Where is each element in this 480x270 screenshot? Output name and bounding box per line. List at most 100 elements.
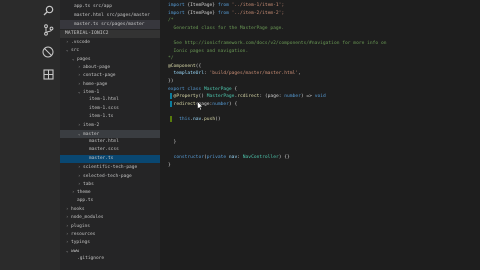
code-token: Generated class for the MasterPage page. (168, 25, 285, 31)
tree-item[interactable]: › resources (60, 230, 160, 238)
code-line[interactable]: Generated class for the MasterPage page. (168, 25, 285, 33)
code-token: number (284, 94, 301, 100)
tree-item[interactable]: ⌄ pages (60, 55, 160, 63)
code-token: {ItemPage} (187, 3, 218, 8)
extensions-icon[interactable] (40, 66, 56, 82)
tree-item[interactable]: item-1.ts (60, 113, 160, 121)
code-token: ({ (195, 63, 202, 69)
tree-item[interactable]: ⌄ master (60, 129, 160, 139)
code-token: number (212, 101, 229, 107)
tree-item-label: contact-page (83, 73, 116, 79)
change-indicator (170, 116, 172, 122)
tree-item-label: src (71, 48, 80, 54)
code-token: NavController (242, 155, 279, 160)
debug-icon[interactable] (40, 44, 56, 60)
code-line[interactable]: Ionic pages and navigation. (168, 48, 249, 56)
code-token: {ItemPage} (187, 10, 218, 16)
open-editors: app.ts src/app master.html src/pages/mas… (60, 0, 160, 29)
search-icon[interactable] (40, 2, 56, 18)
code-token: See http://ionicframework.com/docs/v2/co… (168, 41, 387, 46)
open-file-item[interactable]: app.ts src/app (60, 2, 160, 11)
tree-item[interactable]: › selected-tech-page (60, 172, 160, 180)
tree-item[interactable]: › about-page (60, 63, 160, 71)
tree-item-label: pages (77, 56, 91, 62)
code-line[interactable]: templateUrl: 'build/pages/master/master.… (168, 70, 301, 78)
tree-item[interactable]: .gitignore (60, 255, 160, 263)
code-token: ) { (228, 101, 238, 107)
tree-item[interactable]: item-1.scss (60, 105, 160, 113)
tree-item[interactable]: › tabs (60, 180, 160, 188)
code-token: }) (168, 79, 174, 84)
code-token: import (168, 3, 188, 8)
code-token: @Component (168, 63, 196, 69)
tree-item-label: hooks (71, 206, 85, 212)
tree-item[interactable]: ⌄ item-1 (60, 88, 160, 96)
change-indicator (170, 93, 172, 100)
open-file-item[interactable]: master.ts src/pages/master (60, 20, 160, 29)
code-editor[interactable]: import {ItemPage} from '../item-1/item-1… (160, 0, 480, 270)
tree-item[interactable]: › scientific-tech-page (60, 163, 160, 171)
code-line[interactable]: import {ItemPage} from '../item-2/item-2… (168, 10, 284, 18)
tree-item-label: theme (77, 190, 91, 196)
tree-item[interactable]: ⌄ src (60, 46, 160, 54)
tree-item[interactable]: › .vscode (60, 38, 160, 46)
open-file-item[interactable]: master.html src/pages/master (60, 11, 160, 20)
code-token: constructor (173, 155, 204, 160)
tree-item[interactable]: › contact-page (60, 71, 160, 79)
tree-item[interactable]: › node_modules (60, 213, 160, 221)
code-token: /* (168, 18, 174, 24)
code-token: } (168, 139, 177, 145)
code-token: MasterPage (203, 86, 235, 92)
tree-item-label: master.ts (89, 155, 114, 161)
code-token: : (page: (259, 94, 285, 100)
tree-item-label: plugins (71, 223, 90, 229)
tree-item-label: typings (71, 240, 90, 246)
tree-item-label: node_modules (71, 215, 104, 221)
tree-item-label: item-1.scss (89, 105, 119, 111)
tree-item-label: item-1 (83, 90, 100, 96)
code-token: export class (168, 86, 204, 92)
code-token: redirect (173, 101, 196, 107)
tree-item[interactable]: app.ts (60, 197, 160, 205)
code-token: rcdirect (237, 94, 260, 100)
tree-item[interactable]: › hooks (60, 205, 160, 213)
tree-item[interactable]: › typings (60, 238, 160, 246)
tree-item[interactable]: › item-2 (60, 121, 160, 129)
tree-item[interactable]: master.ts (60, 154, 160, 164)
tree-item[interactable]: › theme (60, 188, 160, 196)
mouse-cursor-icon (197, 96, 204, 115)
code-token: this (179, 117, 191, 122)
project-section-header[interactable]: MATERIAL-IONIC2 (60, 30, 160, 38)
tree-item-label: master.html (89, 139, 119, 145)
tree-item[interactable]: master.scss (60, 146, 160, 154)
tree-item-label: master.scss (89, 147, 119, 153)
git-icon[interactable] (40, 22, 56, 38)
code-token: ) => (300, 94, 315, 100)
code-token: MasterPage (206, 94, 235, 100)
code-line[interactable]: constructor(private nav: NavController) … (168, 154, 290, 162)
code-token: } (168, 162, 171, 168)
tree-item-label: scientific-tech-page (83, 165, 138, 171)
code-line[interactable]: } (168, 139, 177, 147)
tree-item-label: tabs (83, 181, 94, 187)
code-token: import (168, 10, 188, 16)
tree-item[interactable]: › plugins (60, 222, 160, 230)
tree-item-label: .vscode (71, 40, 90, 45)
code-token: from (217, 10, 232, 16)
code-line[interactable]: this.nav.push() (168, 116, 221, 124)
file-tree: › .vscode ⌄ src ⌄ pages › about-page › contact-pa… (60, 38, 160, 263)
tree-item-label: app.ts (77, 197, 94, 203)
tree-item[interactable]: › home-page (60, 80, 160, 88)
tree-item-label: .gitignore (77, 255, 105, 261)
code-token: Ionic pages and navigation. (168, 48, 249, 54)
code-token: nav (228, 155, 238, 160)
tree-item-label: home-page (83, 81, 108, 87)
tree-item-label: www (71, 248, 80, 254)
code-token: 'build/pages/master/master.html' (209, 71, 299, 77)
code-token: '../item-2/item-2'; (231, 10, 285, 16)
change-indicator (170, 100, 172, 107)
code-line[interactable]: } (168, 162, 171, 170)
tree-item[interactable]: ⌄ www (60, 247, 160, 255)
tree-item[interactable]: master.html (60, 138, 160, 146)
tree-item[interactable]: item-1.html (60, 96, 160, 104)
